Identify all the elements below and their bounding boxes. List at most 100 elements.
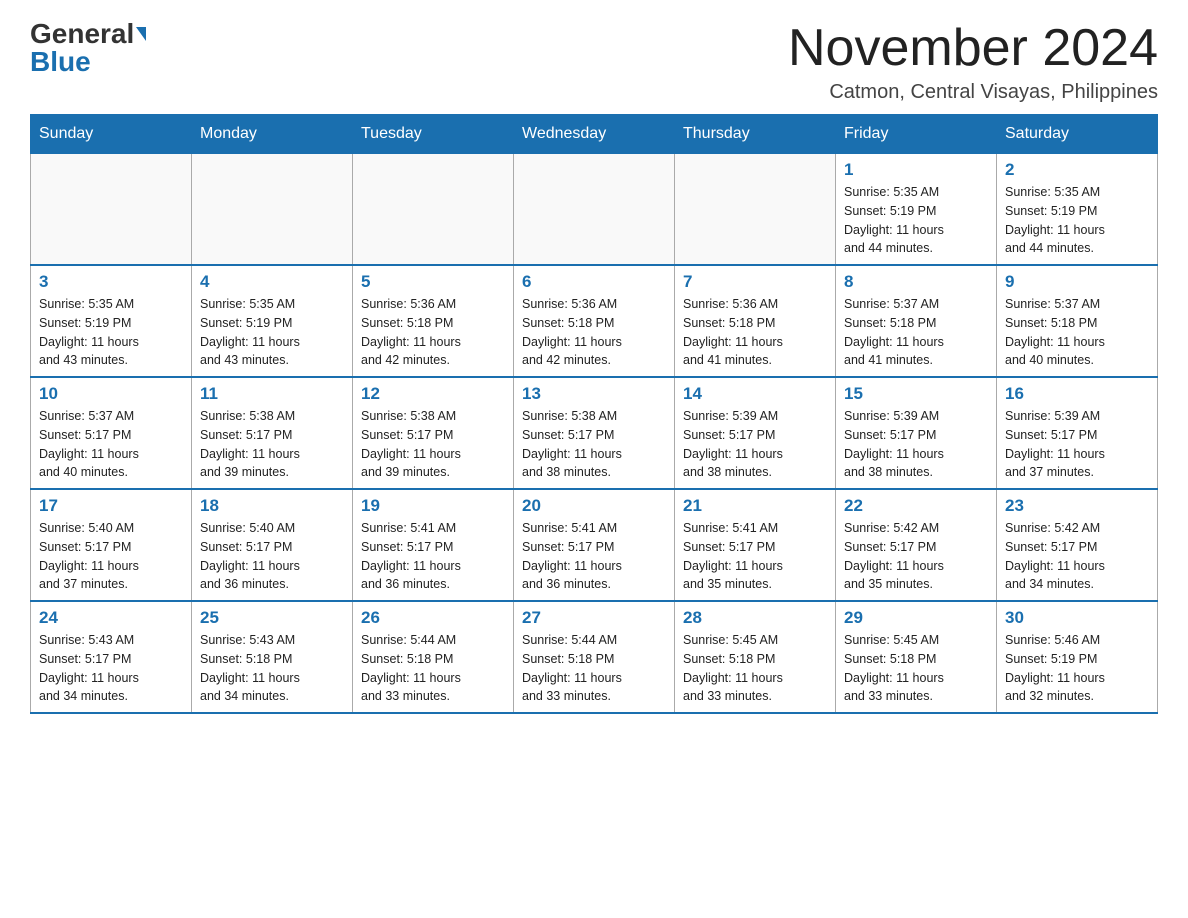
week-row-4: 17 Sunrise: 5:40 AM Sunset: 5:17 PM Dayli… — [31, 489, 1158, 601]
day-number: 6 — [522, 272, 666, 292]
calendar-cell: 15 Sunrise: 5:39 AM Sunset: 5:17 PM Dayli… — [836, 377, 997, 489]
header-friday: Friday — [836, 115, 997, 154]
day-number: 12 — [361, 384, 505, 404]
logo: General Blue — [30, 20, 146, 76]
day-info: Sunrise: 5:36 AM Sunset: 5:18 PM Dayligh… — [361, 295, 505, 370]
day-info: Sunrise: 5:38 AM Sunset: 5:17 PM Dayligh… — [200, 407, 344, 482]
calendar-cell — [192, 154, 353, 266]
calendar-cell — [31, 154, 192, 266]
day-number: 7 — [683, 272, 827, 292]
calendar-cell: 19Sunrise: 5:41 AM Sunset: 5:17 PM Dayli… — [353, 489, 514, 601]
calendar-cell: 24 Sunrise: 5:43 AM Sunset: 5:17 PM Dayli… — [31, 601, 192, 713]
day-number: 15 — [844, 384, 988, 404]
calendar-cell: 8Sunrise: 5:37 AM Sunset: 5:18 PM Daylig… — [836, 265, 997, 377]
calendar-cell — [675, 154, 836, 266]
calendar-body: 1 Sunrise: 5:35 AM Sunset: 5:19 PM Daylig… — [31, 154, 1158, 714]
day-info: Sunrise: 5:37 AM Sunset: 5:18 PM Dayligh… — [1005, 295, 1149, 370]
calendar-cell: 14 Sunrise: 5:39 AM Sunset: 5:17 PM Dayli… — [675, 377, 836, 489]
day-number: 9 — [1005, 272, 1149, 292]
day-number: 24 — [39, 608, 183, 628]
header-monday: Monday — [192, 115, 353, 154]
day-number: 27 — [522, 608, 666, 628]
day-number: 18 — [200, 496, 344, 516]
title-section: November 2024 Catmon, Central Visayas, P… — [788, 20, 1158, 104]
day-number: 29 — [844, 608, 988, 628]
calendar-cell: 20 Sunrise: 5:41 AM Sunset: 5:17 PM Dayli… — [514, 489, 675, 601]
calendar-cell: 3Sunrise: 5:35 AM Sunset: 5:19 PM Daylig… — [31, 265, 192, 377]
day-info: Sunrise: 5:42 AM Sunset: 5:17 PM Dayligh… — [1005, 519, 1149, 594]
calendar-table: SundayMondayTuesdayWednesdayThursdayFrid… — [30, 114, 1158, 714]
day-number: 8 — [844, 272, 988, 292]
day-number: 30 — [1005, 608, 1149, 628]
calendar-cell: 21 Sunrise: 5:41 AM Sunset: 5:17 PM Dayli… — [675, 489, 836, 601]
day-info: Sunrise: 5:35 AM Sunset: 5:19 PM Dayligh… — [200, 295, 344, 370]
header-sunday: Sunday — [31, 115, 192, 154]
day-info: Sunrise: 5:43 AM Sunset: 5:18 PM Dayligh… — [200, 631, 344, 706]
calendar-cell: 9 Sunrise: 5:37 AM Sunset: 5:18 PM Daylig… — [997, 265, 1158, 377]
calendar-cell: 22 Sunrise: 5:42 AM Sunset: 5:17 PM Dayli… — [836, 489, 997, 601]
calendar-header: SundayMondayTuesdayWednesdayThursdayFrid… — [31, 115, 1158, 154]
calendar-cell: 28 Sunrise: 5:45 AM Sunset: 5:18 PM Dayli… — [675, 601, 836, 713]
calendar-cell: 12 Sunrise: 5:38 AM Sunset: 5:17 PM Dayli… — [353, 377, 514, 489]
day-number: 21 — [683, 496, 827, 516]
header-thursday: Thursday — [675, 115, 836, 154]
day-info: Sunrise: 5:40 AM Sunset: 5:17 PM Dayligh… — [39, 519, 183, 594]
day-info: Sunrise: 5:35 AM Sunset: 5:19 PM Dayligh… — [1005, 183, 1149, 258]
day-info: Sunrise: 5:35 AM Sunset: 5:19 PM Dayligh… — [39, 295, 183, 370]
calendar-cell: 23 Sunrise: 5:42 AM Sunset: 5:17 PM Dayli… — [997, 489, 1158, 601]
calendar-cell: 10 Sunrise: 5:37 AM Sunset: 5:17 PM Dayli… — [31, 377, 192, 489]
logo-blue-text: Blue — [30, 48, 91, 76]
day-number: 11 — [200, 384, 344, 404]
day-info: Sunrise: 5:41 AM Sunset: 5:17 PM Dayligh… — [683, 519, 827, 594]
day-info: Sunrise: 5:38 AM Sunset: 5:17 PM Dayligh… — [522, 407, 666, 482]
calendar-cell: 11 Sunrise: 5:38 AM Sunset: 5:17 PM Dayli… — [192, 377, 353, 489]
calendar-cell: 7Sunrise: 5:36 AM Sunset: 5:18 PM Daylig… — [675, 265, 836, 377]
calendar-cell: 5Sunrise: 5:36 AM Sunset: 5:18 PM Daylig… — [353, 265, 514, 377]
day-info: Sunrise: 5:39 AM Sunset: 5:17 PM Dayligh… — [844, 407, 988, 482]
day-number: 23 — [1005, 496, 1149, 516]
day-info: Sunrise: 5:41 AM Sunset: 5:17 PM Dayligh… — [522, 519, 666, 594]
calendar-cell: 18 Sunrise: 5:40 AM Sunset: 5:17 PM Dayli… — [192, 489, 353, 601]
calendar-cell: 17 Sunrise: 5:40 AM Sunset: 5:17 PM Dayli… — [31, 489, 192, 601]
week-row-2: 3Sunrise: 5:35 AM Sunset: 5:19 PM Daylig… — [31, 265, 1158, 377]
calendar-cell — [353, 154, 514, 266]
day-info: Sunrise: 5:39 AM Sunset: 5:17 PM Dayligh… — [683, 407, 827, 482]
calendar-cell: 25 Sunrise: 5:43 AM Sunset: 5:18 PM Dayli… — [192, 601, 353, 713]
day-info: Sunrise: 5:44 AM Sunset: 5:18 PM Dayligh… — [522, 631, 666, 706]
day-number: 19 — [361, 496, 505, 516]
day-info: Sunrise: 5:42 AM Sunset: 5:17 PM Dayligh… — [844, 519, 988, 594]
day-number: 1 — [844, 160, 988, 180]
day-number: 20 — [522, 496, 666, 516]
day-number: 28 — [683, 608, 827, 628]
calendar-cell: 30Sunrise: 5:46 AM Sunset: 5:19 PM Dayli… — [997, 601, 1158, 713]
location: Catmon, Central Visayas, Philippines — [788, 81, 1158, 104]
header-tuesday: Tuesday — [353, 115, 514, 154]
calendar-cell: 13 Sunrise: 5:38 AM Sunset: 5:17 PM Dayli… — [514, 377, 675, 489]
day-number: 17 — [39, 496, 183, 516]
day-number: 2 — [1005, 160, 1149, 180]
day-info: Sunrise: 5:37 AM Sunset: 5:17 PM Dayligh… — [39, 407, 183, 482]
day-info: Sunrise: 5:40 AM Sunset: 5:17 PM Dayligh… — [200, 519, 344, 594]
week-row-5: 24 Sunrise: 5:43 AM Sunset: 5:17 PM Dayli… — [31, 601, 1158, 713]
day-info: Sunrise: 5:38 AM Sunset: 5:17 PM Dayligh… — [361, 407, 505, 482]
logo-general-text: General — [30, 20, 134, 48]
days-of-week-row: SundayMondayTuesdayWednesdayThursdayFrid… — [31, 115, 1158, 154]
calendar-cell: 27 Sunrise: 5:44 AM Sunset: 5:18 PM Dayli… — [514, 601, 675, 713]
header-wednesday: Wednesday — [514, 115, 675, 154]
calendar-cell: 16Sunrise: 5:39 AM Sunset: 5:17 PM Dayli… — [997, 377, 1158, 489]
day-info: Sunrise: 5:45 AM Sunset: 5:18 PM Dayligh… — [683, 631, 827, 706]
page-header: General Blue November 2024 Catmon, Centr… — [30, 20, 1158, 104]
calendar-cell: 29Sunrise: 5:45 AM Sunset: 5:18 PM Dayli… — [836, 601, 997, 713]
calendar-cell — [514, 154, 675, 266]
day-number: 13 — [522, 384, 666, 404]
day-number: 16 — [1005, 384, 1149, 404]
calendar-cell: 2 Sunrise: 5:35 AM Sunset: 5:19 PM Daylig… — [997, 154, 1158, 266]
day-number: 10 — [39, 384, 183, 404]
header-saturday: Saturday — [997, 115, 1158, 154]
day-number: 4 — [200, 272, 344, 292]
day-info: Sunrise: 5:35 AM Sunset: 5:19 PM Dayligh… — [844, 183, 988, 258]
day-info: Sunrise: 5:43 AM Sunset: 5:17 PM Dayligh… — [39, 631, 183, 706]
day-number: 14 — [683, 384, 827, 404]
day-number: 22 — [844, 496, 988, 516]
day-number: 25 — [200, 608, 344, 628]
